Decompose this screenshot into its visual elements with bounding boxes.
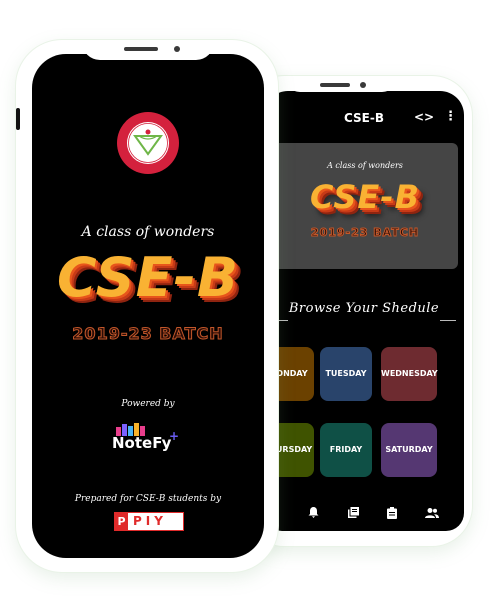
code-icon[interactable]: <> bbox=[414, 110, 434, 124]
app-phone-mockup: CSE-B <> ⋮ A class of wonders CSE-B 2019… bbox=[244, 76, 472, 546]
banner-heading: CSE-B bbox=[310, 178, 420, 216]
browse-heading: Browse Your Shedule bbox=[288, 301, 440, 316]
nav-notifications[interactable] bbox=[298, 507, 328, 521]
group-icon bbox=[425, 508, 439, 518]
day-button-friday[interactable]: FRIDAY bbox=[320, 423, 372, 477]
splash-screen: A class of wonders CSE-B 2019-23 BATCH P… bbox=[32, 54, 264, 558]
speaker-grille bbox=[320, 83, 350, 87]
more-icon[interactable]: ⋮ bbox=[444, 109, 457, 124]
notefy-wordmark: NoteFy bbox=[112, 434, 172, 452]
clipboard-icon bbox=[387, 507, 397, 519]
splash-heading: CSE-B bbox=[56, 246, 240, 309]
side-button bbox=[16, 108, 20, 130]
piy-mark: P bbox=[115, 513, 128, 530]
phone-notch bbox=[284, 76, 398, 92]
powered-by-label: Powered by bbox=[121, 399, 175, 409]
front-camera bbox=[360, 82, 366, 88]
front-camera bbox=[174, 46, 180, 52]
prepared-for-label: Prepared for CSE-B students by bbox=[74, 494, 222, 504]
notefy-logo: NoteFy + bbox=[112, 422, 186, 458]
splash-batch: 2019-23 BATCH bbox=[72, 324, 224, 344]
speaker-grille bbox=[124, 47, 158, 51]
library-icon bbox=[347, 507, 359, 518]
app-screen: CSE-B <> ⋮ A class of wonders CSE-B 2019… bbox=[264, 91, 464, 531]
day-button-tuesday[interactable]: TUESDAY bbox=[320, 347, 372, 401]
splash-tagline: A class of wonders bbox=[81, 224, 215, 240]
piy-logo: P PIY bbox=[114, 512, 184, 531]
divider bbox=[440, 320, 456, 321]
app-bar: CSE-B <> ⋮ bbox=[264, 101, 464, 135]
day-button-saturday[interactable]: SATURDAY bbox=[381, 423, 437, 477]
nav-assignments[interactable] bbox=[377, 507, 407, 522]
banner-tagline: A class of wonders bbox=[327, 161, 403, 170]
nav-library[interactable] bbox=[338, 507, 368, 521]
banner-batch: 2019-23 BATCH bbox=[310, 226, 420, 240]
university-seal-logo bbox=[117, 112, 179, 174]
batch-banner: A class of wonders CSE-B 2019-23 BATCH bbox=[272, 143, 458, 269]
bell-icon bbox=[308, 507, 318, 518]
bottom-nav: ome bbox=[264, 507, 464, 531]
day-button-wednesday[interactable]: WEDNESDAY bbox=[381, 347, 438, 401]
plus-icon: + bbox=[169, 429, 180, 443]
nav-students[interactable] bbox=[417, 507, 447, 521]
phone-notch bbox=[82, 40, 214, 60]
piy-wordmark: PIY bbox=[133, 514, 167, 528]
splash-phone-mockup: A class of wonders CSE-B 2019-23 BATCH P… bbox=[16, 40, 278, 572]
